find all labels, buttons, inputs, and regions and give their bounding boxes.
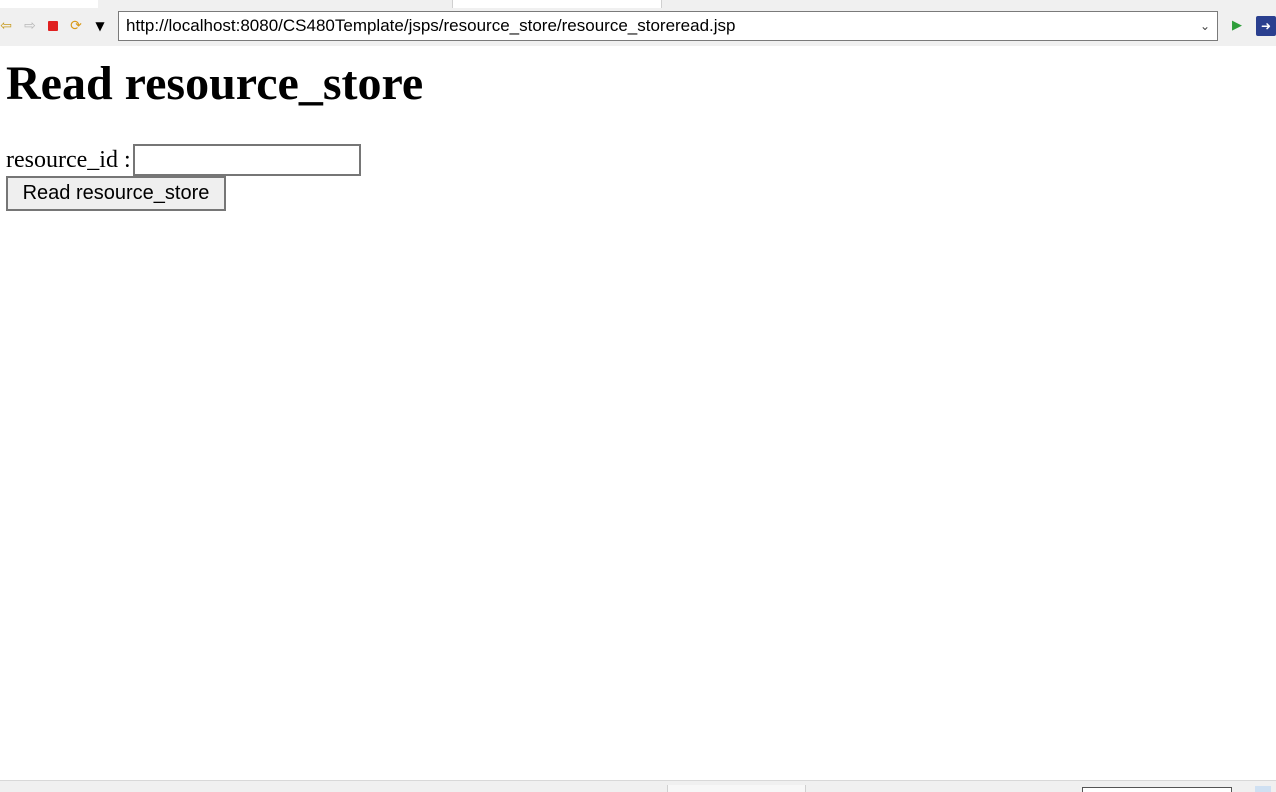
status-corner-icon	[1255, 786, 1271, 792]
browser-toolbar: ⇦ ⇨ ⟳ ▼ http://localhost:8080/CS480Templ…	[0, 8, 1276, 46]
resource-id-row: resource_id :	[6, 144, 361, 176]
page-title: Read resource_store	[6, 57, 424, 110]
back-arrow-icon[interactable]: ⇦	[0, 18, 14, 34]
chevron-down-icon[interactable]: ⌄	[1197, 12, 1213, 40]
resource-id-label: resource_id :	[6, 146, 131, 173]
status-bar	[0, 780, 1276, 792]
status-progress	[1082, 787, 1232, 792]
forward-arrow-icon[interactable]: ⇨	[22, 18, 38, 34]
stop-icon[interactable]	[45, 18, 61, 34]
tab-strip	[0, 0, 1276, 8]
resource-id-input[interactable]	[132, 144, 361, 176]
tab-previous[interactable]	[0, 0, 98, 8]
url-text: http://localhost:8080/CS480Template/jsps…	[126, 16, 736, 35]
menu-dropdown-icon[interactable]: ▼	[92, 18, 108, 34]
status-segment	[667, 785, 806, 792]
read-resource-store-button[interactable]: Read resource_store	[6, 176, 226, 211]
tab-active[interactable]	[452, 0, 662, 8]
refresh-icon[interactable]: ⟳	[68, 18, 84, 34]
url-bar[interactable]: http://localhost:8080/CS480Template/jsps…	[118, 11, 1218, 41]
extension-icon[interactable]: ➜	[1256, 16, 1276, 36]
go-icon[interactable]: ▶	[1229, 17, 1245, 33]
